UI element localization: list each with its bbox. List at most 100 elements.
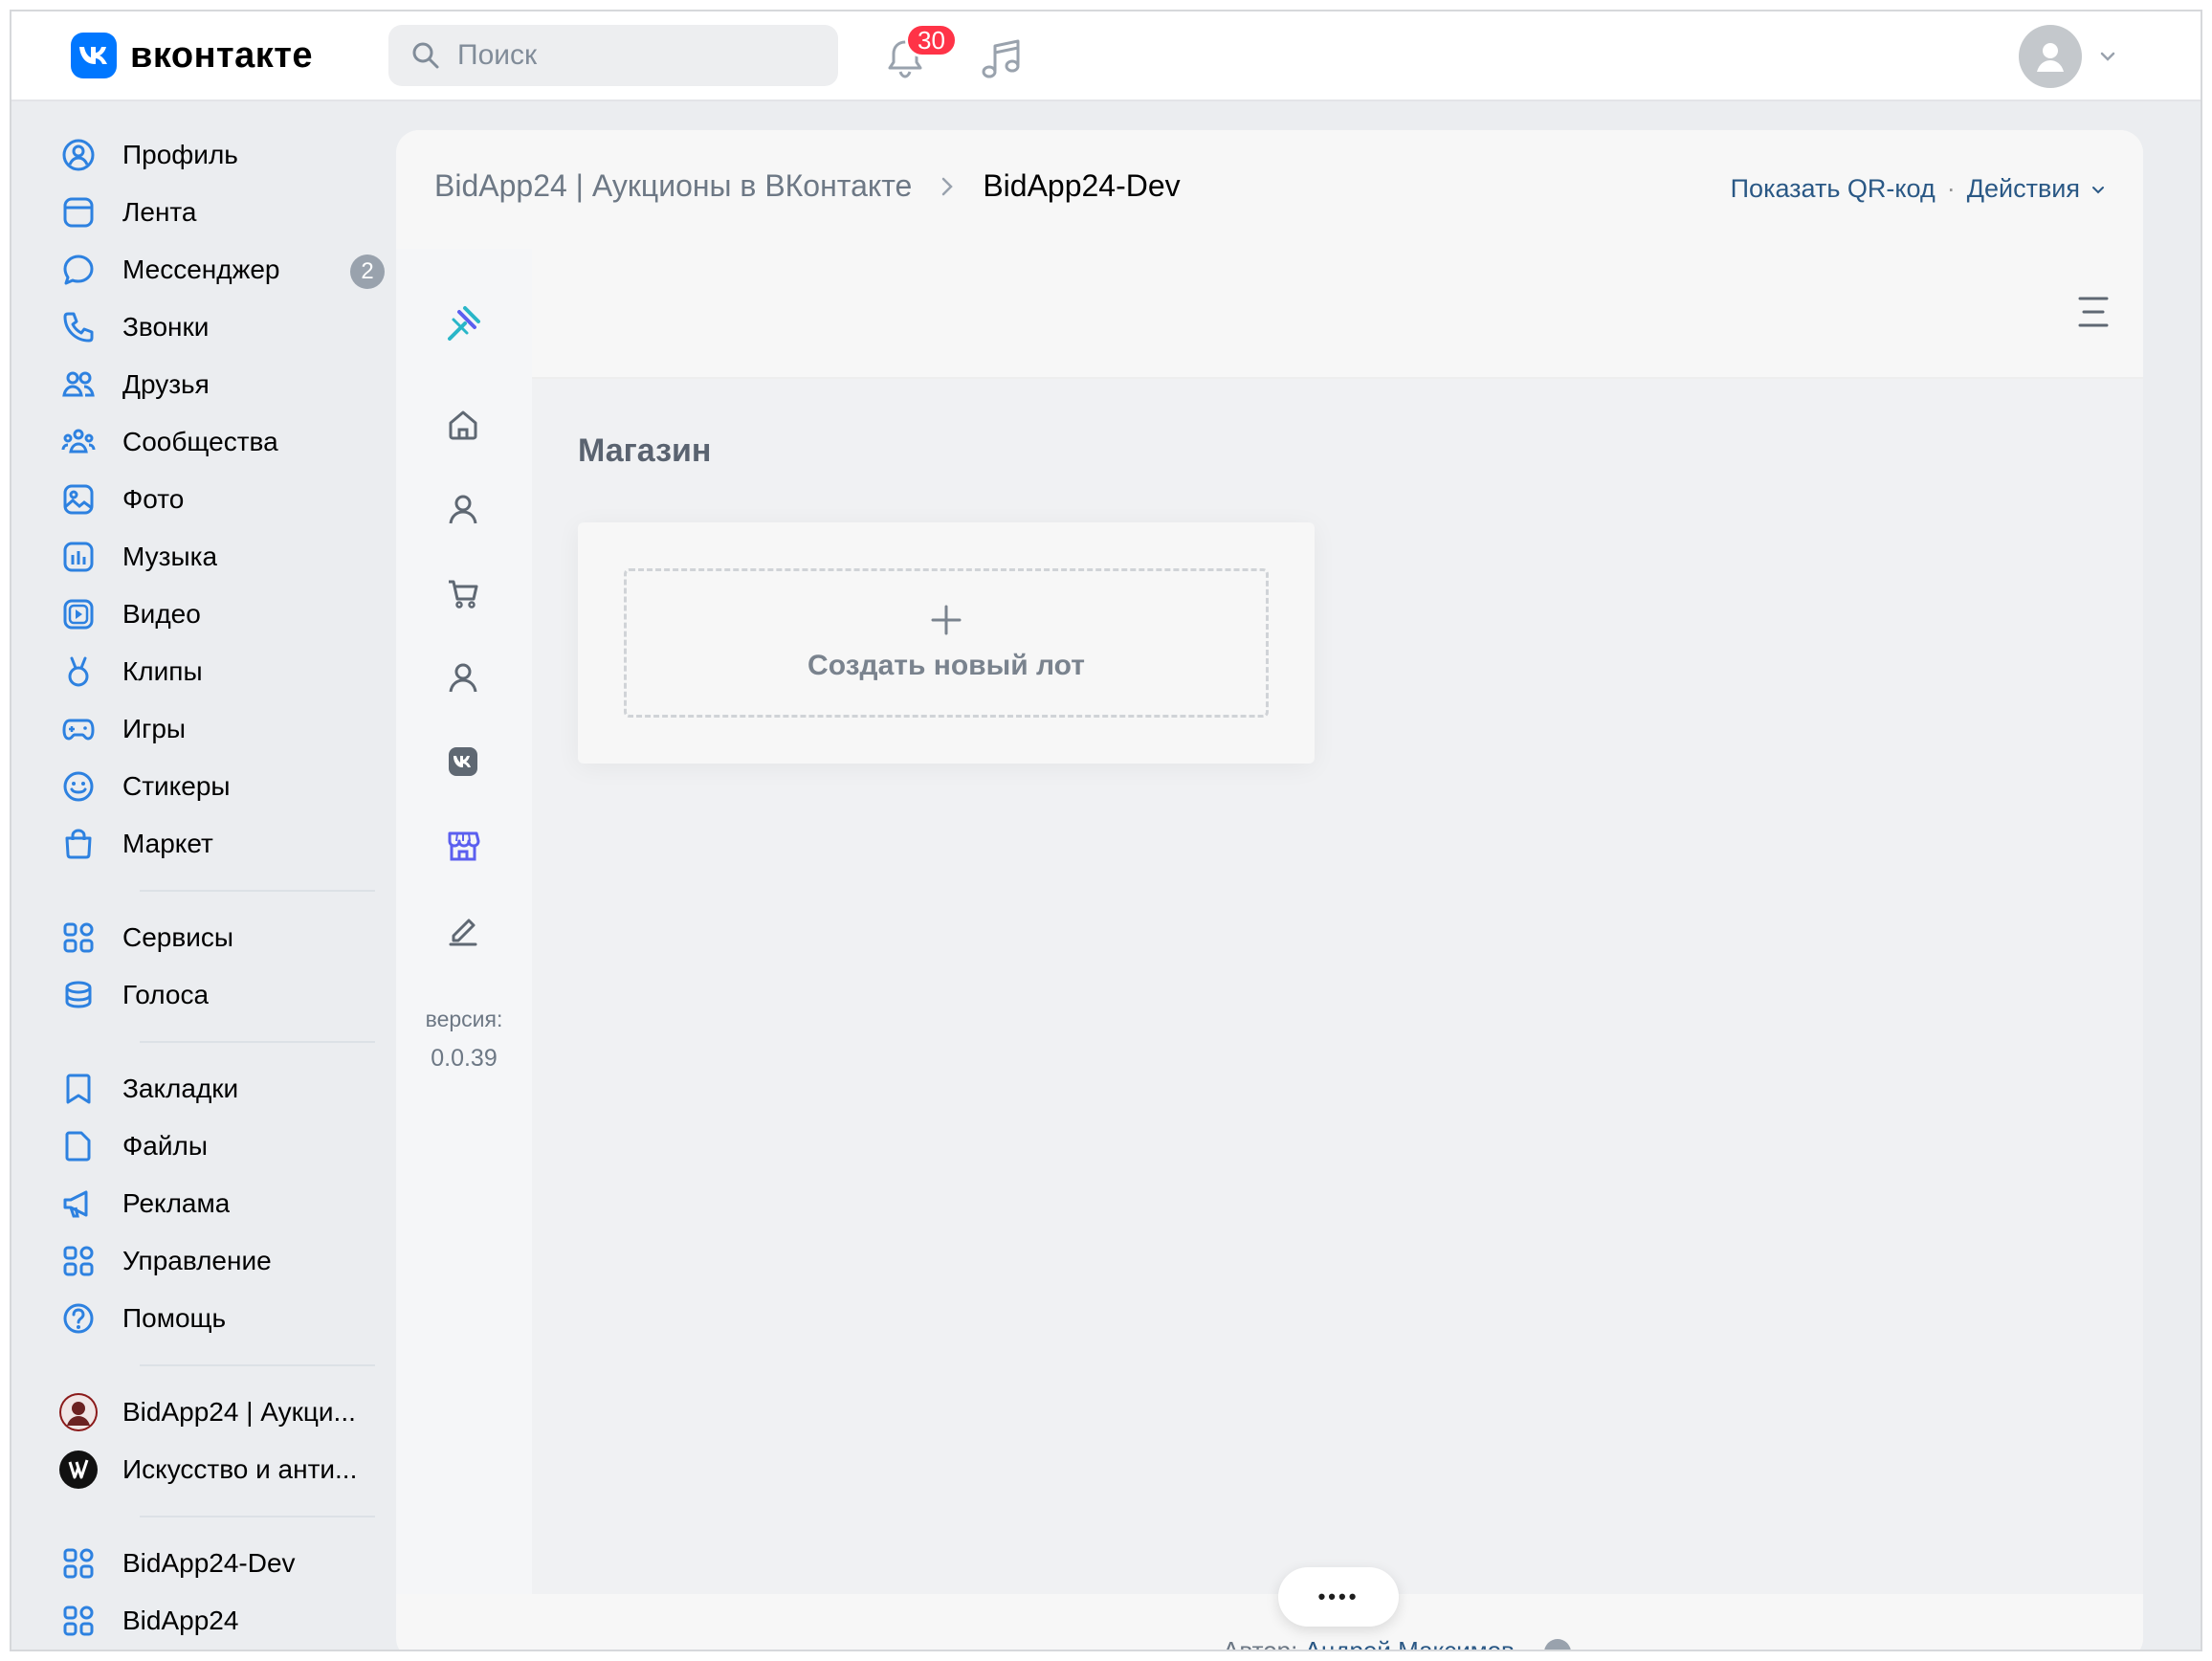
sidebar-item-label: Игры xyxy=(122,714,187,743)
search-input[interactable] xyxy=(455,38,819,73)
sidebar-item-label: Стикеры xyxy=(122,771,231,801)
sidebar-item-profile[interactable]: Профиль xyxy=(59,126,385,184)
sidebar-item-label: Помощь xyxy=(122,1303,227,1333)
communities-icon xyxy=(59,423,98,461)
sidebar-item-video[interactable]: Видео xyxy=(59,586,385,643)
app-topbar xyxy=(532,249,2143,379)
app-frame: версия: 0.0.39 Магазин Создать новый лот… xyxy=(396,249,2143,1650)
clips-icon xyxy=(59,653,98,691)
card-header: BidApp24 | Аукционы в ВКонтакте BidApp24… xyxy=(396,130,2143,249)
vk-icon xyxy=(449,747,477,776)
more-button[interactable]: •••• xyxy=(1278,1567,1399,1627)
store-icon xyxy=(448,831,480,861)
page-title: Магазин xyxy=(578,432,712,469)
feed-icon xyxy=(59,193,98,232)
sidebar-item-calls[interactable]: Звонки xyxy=(59,299,385,356)
sidebar-item-votes[interactable]: Голоса xyxy=(59,966,385,1024)
sidebar-app-bidapp24[interactable]: BidApp24 xyxy=(59,1592,385,1650)
sidebar-item-messenger[interactable]: Мессенджер 2 xyxy=(59,241,385,299)
sidebar-item-manage[interactable]: Управление xyxy=(59,1232,385,1290)
sidebar-item-music[interactable]: Музыка xyxy=(59,528,385,586)
sidebar-group-bidapp24[interactable]: BidApp24 | Аукци... xyxy=(59,1384,385,1441)
sidebar-item-clips[interactable]: Клипы xyxy=(59,643,385,700)
sidebar-item-help[interactable]: Помощь xyxy=(59,1290,385,1347)
search-box[interactable] xyxy=(388,25,838,86)
user-silhouette-icon xyxy=(2037,43,2064,72)
user-icon xyxy=(449,663,477,693)
version-value: 0.0.39 xyxy=(431,1045,498,1072)
user-avatar[interactable] xyxy=(2019,25,2082,88)
sidebar-item-label: Искусство и анти... xyxy=(122,1454,358,1484)
nav-divider xyxy=(140,1041,375,1043)
breadcrumb-root-link[interactable]: BidApp24 | Аукционы в ВКонтакте xyxy=(434,168,912,204)
app-footer: •••• Автор: Андрей Максимов xyxy=(532,1567,2143,1650)
votes-icon xyxy=(59,976,98,1014)
sidebar-app-bidapp24-dev[interactable]: BidApp24-Dev xyxy=(59,1535,385,1592)
messenger-icon xyxy=(59,251,98,289)
home-icon xyxy=(449,410,477,440)
sidebar-item-label: Реклама xyxy=(122,1188,231,1218)
author-line: Автор: Андрей Максимов xyxy=(1223,1636,1572,1650)
rail-user-button[interactable] xyxy=(440,486,486,532)
create-lot-button[interactable]: Создать новый лот xyxy=(624,568,1269,718)
vk-logo[interactable]: вконтакте xyxy=(71,33,313,78)
manage-icon xyxy=(59,1242,98,1280)
sidebar-item-services[interactable]: Сервисы xyxy=(59,909,385,966)
sidebar-item-label: Управление xyxy=(122,1246,272,1275)
app-card: BidApp24 | Аукционы в ВКонтакте BidApp24… xyxy=(396,130,2143,1650)
vk-logo-icon xyxy=(71,33,117,78)
rail-vk-button[interactable] xyxy=(440,739,486,785)
bookmarks-icon xyxy=(59,1070,98,1108)
menu-icon[interactable] xyxy=(2072,291,2114,333)
sidebar-item-friends[interactable]: Друзья xyxy=(59,356,385,413)
sidebar-item-label: Сообщества xyxy=(122,427,278,456)
rail-profile-button[interactable] xyxy=(440,654,486,700)
sidebar-item-bookmarks[interactable]: Закладки xyxy=(59,1060,385,1118)
sidebar-item-stickers[interactable]: Стикеры xyxy=(59,758,385,815)
rail-home-button[interactable] xyxy=(440,402,486,448)
pencil-icon xyxy=(449,919,477,946)
app-side-rail: версия: 0.0.39 xyxy=(396,249,532,1594)
rail-cart-button[interactable] xyxy=(440,570,486,616)
sidebar-item-label: Лента xyxy=(122,197,197,227)
gavel-logo-icon[interactable] xyxy=(440,299,488,346)
show-qr-link[interactable]: Показать QR-код xyxy=(1731,174,1936,204)
photo-icon xyxy=(59,480,98,519)
notification-badge: 30 xyxy=(905,23,958,57)
phone-icon xyxy=(59,308,98,346)
sidebar-item-label: Музыка xyxy=(122,542,218,571)
sidebar-item-label: BidApp24 | Аукци... xyxy=(122,1397,356,1427)
help-icon xyxy=(59,1299,98,1338)
music-player-icon[interactable] xyxy=(978,34,1028,84)
sidebar-item-files[interactable]: Файлы xyxy=(59,1118,385,1175)
create-lot-label: Создать новый лот xyxy=(807,650,1085,681)
sidebar-item-label: BidApp24 xyxy=(122,1606,239,1635)
sidebar-item-market[interactable]: Маркет xyxy=(59,815,385,873)
sidebar-item-label: Видео xyxy=(122,599,201,629)
sidebar-item-label: BidApp24-Dev xyxy=(122,1548,296,1578)
author-link[interactable]: Андрей Максимов xyxy=(1305,1636,1515,1650)
sidebar-item-label: Профиль xyxy=(122,140,238,169)
sidebar-item-label: Клипы xyxy=(122,656,203,686)
sidebar-item-games[interactable]: Игры xyxy=(59,700,385,758)
sidebar-item-label: Файлы xyxy=(122,1131,208,1161)
rail-store-button[interactable] xyxy=(440,823,486,869)
actions-menu-button[interactable]: Действия xyxy=(1967,174,2080,204)
rail-edit-button[interactable] xyxy=(440,907,486,953)
actions-separator: · xyxy=(1946,174,1956,203)
left-nav: Профиль Лента Мессенджер 2 Звонки Друзья… xyxy=(59,126,385,1650)
ads-icon xyxy=(59,1185,98,1223)
profile-icon xyxy=(59,136,98,174)
sidebar-group-art[interactable]: Искусство и анти... xyxy=(59,1441,385,1498)
market-icon xyxy=(59,825,98,863)
chevron-down-icon[interactable] xyxy=(2088,179,2109,200)
info-icon[interactable] xyxy=(1544,1639,1572,1650)
sidebar-item-communities[interactable]: Сообщества xyxy=(59,413,385,471)
nav-divider xyxy=(140,1516,375,1517)
sidebar-item-ads[interactable]: Реклама xyxy=(59,1175,385,1232)
video-icon xyxy=(59,595,98,633)
sidebar-item-feed[interactable]: Лента xyxy=(59,184,385,241)
chevron-down-icon[interactable] xyxy=(2095,44,2120,69)
sidebar-item-photo[interactable]: Фото xyxy=(59,471,385,528)
stickers-icon xyxy=(59,767,98,806)
